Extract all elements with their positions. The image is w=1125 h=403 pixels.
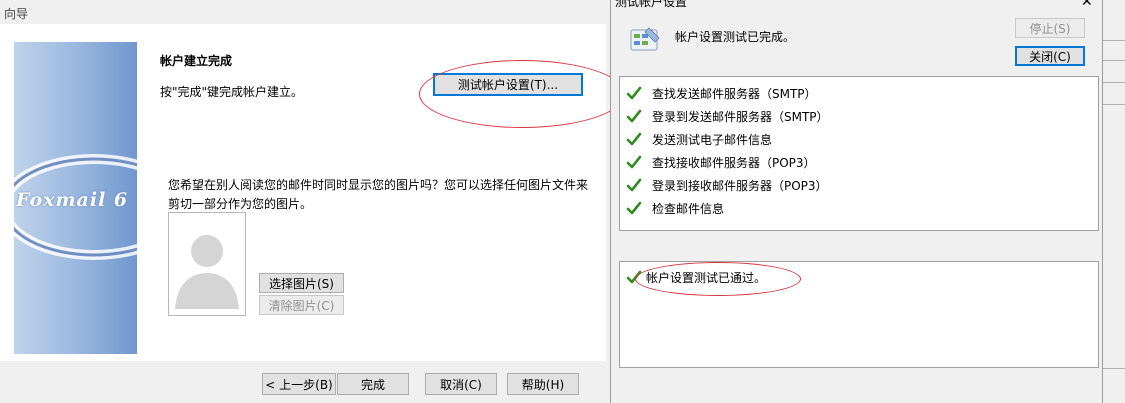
task-item: 发送测试电子邮件信息 bbox=[626, 128, 772, 150]
dialog-status-text: 帐户设置测试已完成。 bbox=[675, 30, 796, 44]
checkmark-icon bbox=[626, 270, 642, 284]
task-item: 检查邮件信息 bbox=[626, 197, 724, 219]
swoosh-logo-icon bbox=[14, 154, 137, 260]
step-heading: 帐户建立完成 bbox=[160, 54, 233, 68]
close-icon[interactable]: ✕ bbox=[1081, 0, 1093, 10]
test-settings-dialog: 测试帐户设置 ✕ 帐户设置测试已完成。 停止(S) 关闭(C) 查找发送邮件服务… bbox=[610, 0, 1102, 403]
divider bbox=[1103, 60, 1125, 61]
dialog-title: 测试帐户设置 bbox=[615, 0, 688, 9]
checkmark-icon bbox=[626, 155, 642, 169]
brand-logo-text: Foxmail 6 bbox=[16, 189, 129, 211]
background-window-edge bbox=[1102, 0, 1125, 403]
help-button[interactable]: 帮助(H) bbox=[507, 373, 579, 395]
stop-button[interactable]: 停止(S) bbox=[1015, 18, 1085, 38]
finish-hint: 按"完成"键完成帐户建立。 bbox=[160, 85, 304, 99]
wizard-title: 向导 bbox=[4, 7, 29, 21]
checkmark-icon bbox=[626, 178, 642, 192]
test-settings-icon bbox=[630, 27, 660, 51]
wizard-window: 向导 Foxmail 6 帐户建立完成 按"完成"键完成帐户建立。 测试帐户设置… bbox=[0, 0, 625, 403]
back-button[interactable]: < 上一步(B) bbox=[262, 373, 336, 395]
result-panel: 帐户设置测试已通过。 bbox=[619, 261, 1099, 368]
test-account-settings-button[interactable]: 测试帐户设置(T)... bbox=[433, 73, 583, 96]
task-item: 查找接收邮件服务器（POP3） bbox=[626, 151, 816, 173]
checkmark-icon bbox=[626, 132, 642, 146]
result-label: 帐户设置测试已通过。 bbox=[646, 270, 767, 285]
task-label: 登录到发送邮件服务器（SMTP） bbox=[652, 109, 829, 124]
brand-banner: Foxmail 6 bbox=[14, 42, 137, 354]
task-item: 登录到接收邮件服务器（POP3） bbox=[626, 174, 828, 196]
finish-button[interactable]: 完成 bbox=[337, 373, 409, 395]
task-item: 查找发送邮件服务器（SMTP） bbox=[626, 82, 817, 104]
checkmark-icon bbox=[626, 201, 642, 215]
task-label: 查找接收邮件服务器（POP3） bbox=[652, 155, 816, 170]
photo-prompt-text: 您希望在别人阅读您的邮件时同时显示您的图片吗？您可以选择任何图片文件来剪切一部分… bbox=[168, 178, 589, 211]
task-label: 检查邮件信息 bbox=[652, 201, 725, 216]
divider bbox=[1103, 82, 1125, 83]
divider bbox=[1103, 40, 1125, 41]
clear-picture-button[interactable]: 清除图片(C) bbox=[259, 295, 344, 315]
divider bbox=[1103, 368, 1125, 369]
avatar-placeholder-icon bbox=[175, 235, 239, 309]
result-item: 帐户设置测试已通过。 bbox=[626, 266, 766, 288]
select-picture-button[interactable]: 选择图片(S) bbox=[259, 273, 344, 293]
divider bbox=[1103, 104, 1125, 105]
photo-preview bbox=[168, 212, 246, 316]
task-item: 登录到发送邮件服务器（SMTP） bbox=[626, 105, 829, 127]
close-button[interactable]: 关闭(C) bbox=[1015, 46, 1085, 66]
cancel-button[interactable]: 取消(C) bbox=[425, 373, 497, 395]
task-label: 发送测试电子邮件信息 bbox=[652, 132, 773, 147]
checkmark-icon bbox=[626, 109, 642, 123]
task-list: 查找发送邮件服务器（SMTP） 登录到发送邮件服务器（SMTP） 发送测试电子邮… bbox=[619, 76, 1099, 231]
checkmark-icon bbox=[626, 86, 642, 100]
task-label: 登录到接收邮件服务器（POP3） bbox=[652, 178, 828, 193]
task-label: 查找发送邮件服务器（SMTP） bbox=[652, 86, 817, 101]
